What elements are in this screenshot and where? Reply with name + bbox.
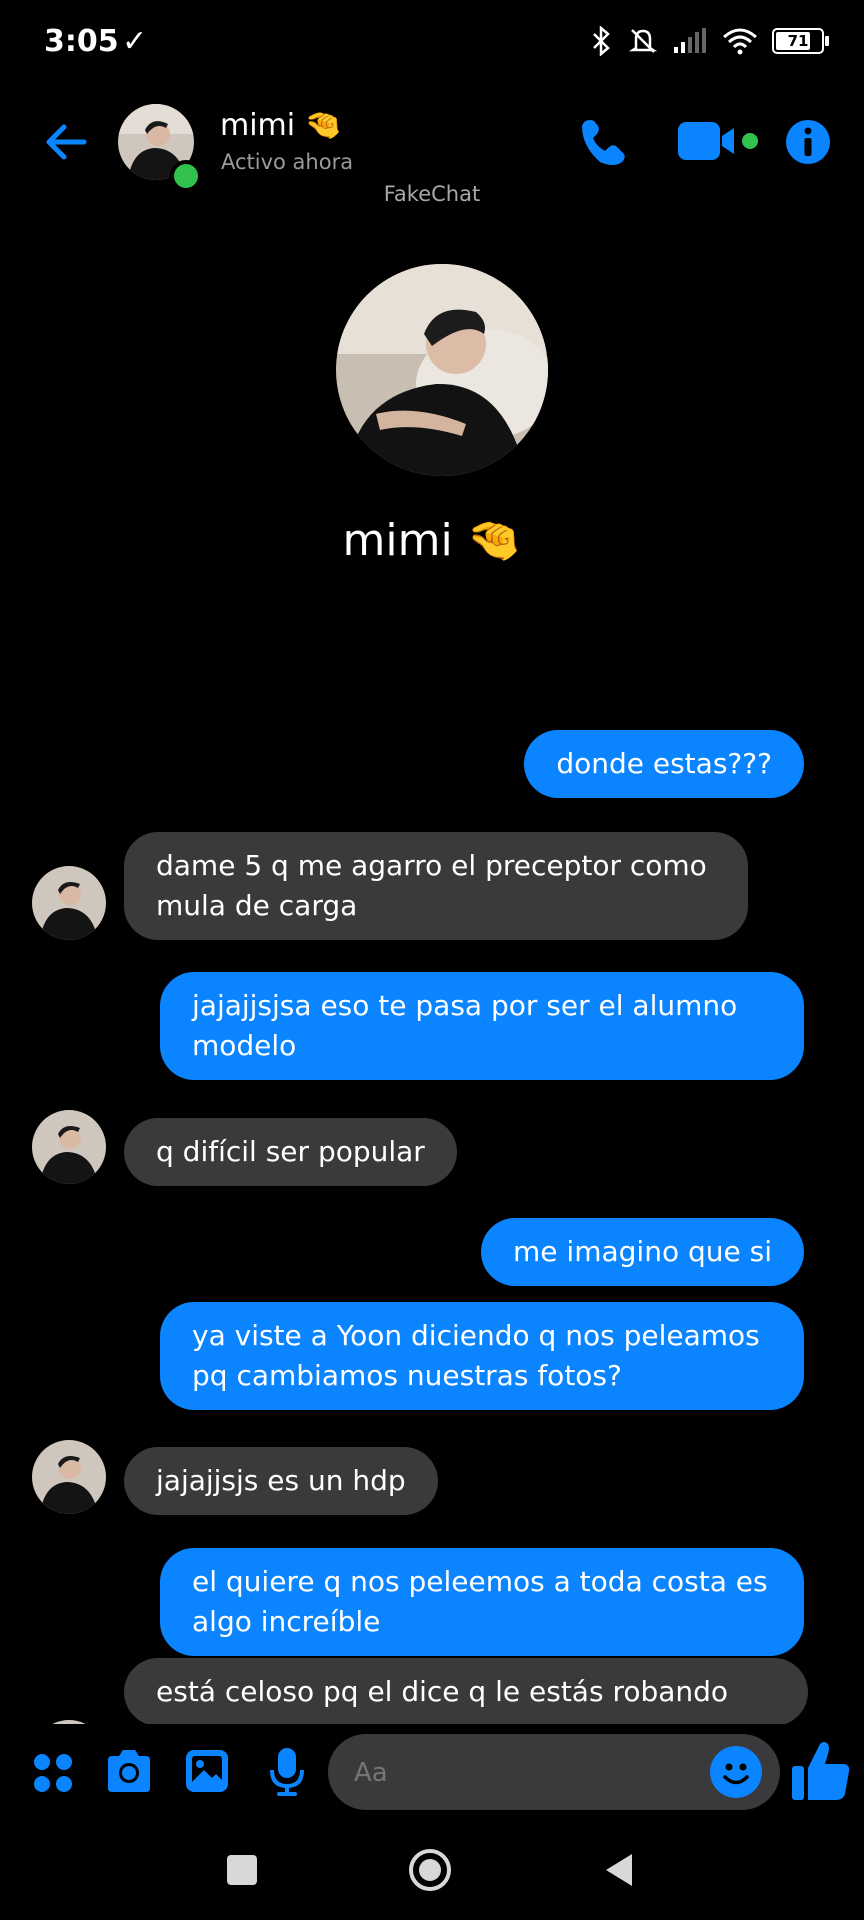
microphone-icon[interactable]	[268, 1746, 306, 1798]
camera-icon[interactable]	[104, 1748, 154, 1794]
contact-status: Activo ahora	[221, 150, 354, 174]
avatar[interactable]	[32, 1720, 106, 1724]
battery-level: 71	[787, 32, 809, 50]
gallery-icon[interactable]	[184, 1748, 230, 1794]
status-time: 3:05	[44, 24, 119, 59]
info-icon[interactable]	[784, 118, 832, 166]
system-nav-bar	[0, 1820, 864, 1920]
message-bubble-sent[interactable]: jajajjsjsa eso te pasa por ser el alumno…	[160, 972, 804, 1080]
avatar[interactable]	[32, 866, 106, 940]
more-apps-icon[interactable]	[32, 1752, 74, 1794]
bell-muted-icon	[628, 29, 658, 53]
message-bubble-sent[interactable]: el quiere q nos peleemos a toda costa es…	[160, 1548, 804, 1656]
thumbs-up-icon[interactable]	[790, 1738, 852, 1804]
avatar[interactable]	[32, 1110, 106, 1184]
message-bubble-sent[interactable]: donde estas???	[524, 730, 804, 798]
avatar[interactable]	[32, 1440, 106, 1514]
signal-icon	[674, 28, 706, 53]
emoji-button[interactable]	[710, 1746, 762, 1798]
message-bubble-sent[interactable]: me imagino que si	[481, 1218, 804, 1286]
status-icons: 71	[588, 26, 829, 56]
recents-icon[interactable]	[226, 1854, 258, 1886]
contact-name[interactable]: mimi 🤏	[220, 108, 342, 143]
message-composer[interactable]	[328, 1734, 780, 1812]
message-bubble-received[interactable]: está celoso pq el dice q le estás roband…	[124, 1658, 808, 1724]
phone-icon[interactable]	[578, 116, 630, 168]
smile-icon	[723, 1763, 749, 1785]
home-icon[interactable]	[408, 1848, 452, 1892]
battery-indicator: 71	[772, 28, 829, 54]
message-clip-area: está celoso pq el dice q le estás roband…	[0, 1650, 864, 1724]
check-icon: ✓	[122, 24, 148, 59]
message-bubble-sent[interactable]: ya viste a Yoon diciendo q nos peleamos …	[160, 1302, 804, 1410]
watermark-text: FakeChat	[383, 182, 481, 206]
message-bubble-received[interactable]: dame 5 q me agarro el preceptor como mul…	[124, 832, 748, 940]
wifi-icon	[723, 28, 757, 55]
bluetooth-icon	[593, 26, 610, 56]
message-input[interactable]	[352, 1734, 696, 1812]
back-arrow-icon[interactable]	[42, 118, 90, 166]
video-icon[interactable]	[676, 118, 760, 164]
message-bubble-received[interactable]: jajajjsjs es un hdp	[124, 1447, 438, 1515]
message-bubble-received[interactable]: q difícil ser popular	[124, 1118, 457, 1186]
profile-avatar[interactable]	[336, 264, 548, 476]
back-nav-icon[interactable]	[604, 1852, 634, 1888]
profile-name: mimi 🤏	[342, 515, 522, 566]
